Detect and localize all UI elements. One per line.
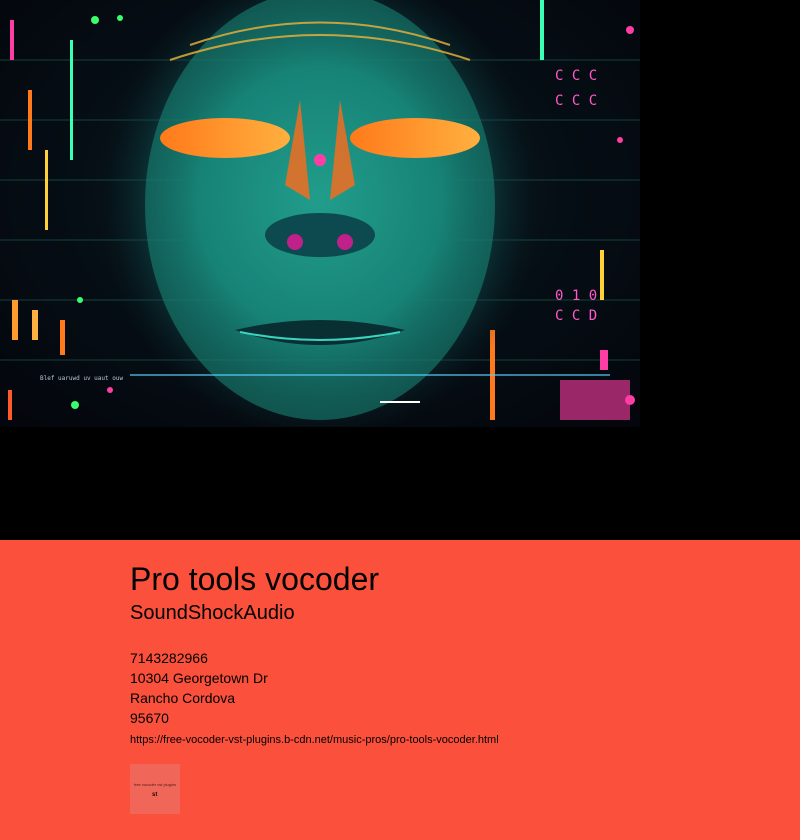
street-address: 10304 Georgetown Dr: [130, 670, 268, 686]
hero-image: C C C C C C 0 1 0 C C D Blef uaruwd uv u…: [0, 0, 640, 427]
svg-text:0 1 0: 0 1 0: [555, 288, 597, 304]
svg-text:C C C: C C C: [555, 93, 597, 109]
brand-thumbnail[interactable]: free vocoder vst plugins st: [130, 764, 180, 814]
city: Rancho Cordova: [130, 690, 236, 706]
svg-text:C C C: C C C: [555, 68, 597, 84]
svg-text:C C D: C C D: [555, 308, 597, 324]
phone-number: 7143282966: [130, 650, 208, 666]
page-url-link[interactable]: https://free-vocoder-vst-plugins.b-cdn.n…: [130, 732, 499, 748]
thumbnail-text: free vocoder vst plugins: [133, 782, 177, 787]
hero-section: C C C C C C 0 1 0 C C D Blef uaruwd uv u…: [0, 0, 800, 540]
zip-code: 95670: [130, 710, 169, 726]
thumbnail-mark: st: [152, 792, 158, 798]
footer-section: Pro tools vocoder SoundShockAudio 714328…: [0, 540, 800, 840]
brand-name: SoundShockAudio: [130, 602, 295, 624]
ai-face-artwork: C C C C C C 0 1 0 C C D Blef uaruwd uv u…: [0, 0, 640, 427]
footer-content: Pro tools vocoder SoundShockAudio 714328…: [130, 560, 770, 814]
page-title: Pro tools vocoder: [130, 561, 380, 597]
svg-text:Blef uaruwd uv uaut ouw: Blef uaruwd uv uaut ouw: [40, 375, 123, 382]
contact-block: 7143282966 10304 Georgetown Dr Rancho Co…: [130, 648, 770, 728]
